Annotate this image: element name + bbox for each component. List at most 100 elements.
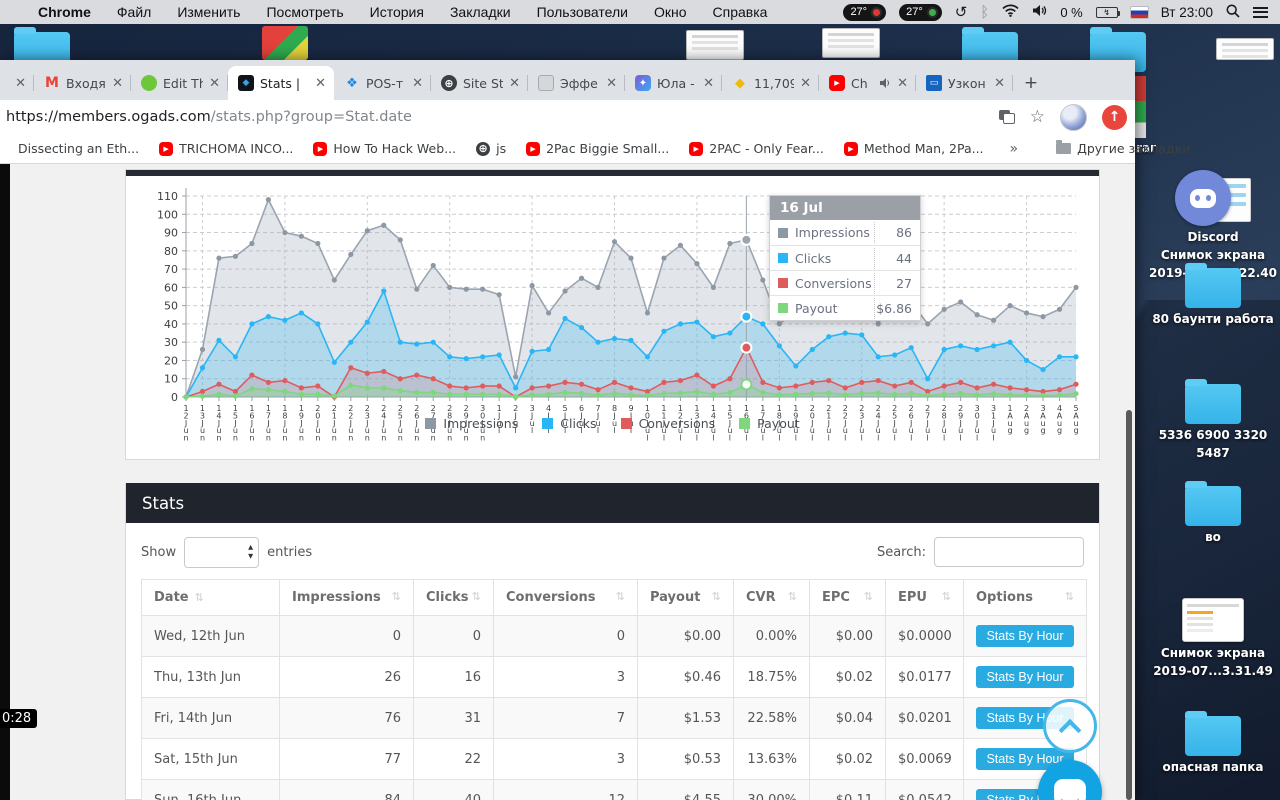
- menu-bar-clock[interactable]: Вт 23:00: [1161, 5, 1213, 20]
- menu-item[interactable]: Справка: [713, 4, 768, 20]
- translate-icon[interactable]: [999, 110, 1015, 124]
- tab-audio-icon[interactable]: [879, 77, 891, 89]
- tab-close-icon[interactable]: ✕: [703, 76, 714, 91]
- tab-close-icon[interactable]: ✕: [897, 76, 908, 91]
- tooltip-value: 27: [874, 273, 920, 294]
- menu-item[interactable]: Пользователи: [537, 4, 628, 20]
- tooltip-value: 44: [874, 248, 920, 269]
- bookmark-item[interactable]: ▶2PAC - Only Fear...: [679, 141, 834, 156]
- bookmark-star-icon[interactable]: ☆: [1030, 107, 1045, 127]
- column-header-epu[interactable]: EPU⇅: [886, 580, 964, 616]
- menu-items: Файл Изменить Посмотреть История Закладки Пол…: [117, 4, 768, 20]
- bookmark-item[interactable]: ▶Method Man, 2Pa...: [834, 141, 994, 156]
- svg-text:14Jul: 14Jul: [711, 404, 716, 443]
- keyboard-layout-flag[interactable]: [1131, 7, 1148, 18]
- bookmark-item[interactable]: ⊕js: [466, 141, 516, 156]
- scroll-to-top-button[interactable]: [1043, 699, 1097, 753]
- notification-center-icon[interactable]: [1253, 7, 1268, 18]
- bookmark-item[interactable]: Dissecting an Eth...: [8, 141, 149, 156]
- bookmark-item[interactable]: ▶How To Hack Web...: [303, 141, 466, 156]
- temp-widget-2[interactable]: 27°: [899, 4, 942, 21]
- browser-tab[interactable]: ✦Юла -✕: [625, 66, 722, 100]
- column-header-date[interactable]: Date⇅: [142, 580, 280, 616]
- column-header-clicks[interactable]: Clicks⇅: [414, 580, 494, 616]
- stats-chart[interactable]: 010203040506070809010011012Jun13Jun14Jun…: [126, 176, 1099, 459]
- menu-item[interactable]: Изменить: [177, 4, 240, 20]
- other-bookmarks-button[interactable]: Другие закладки: [1046, 141, 1200, 156]
- column-header-conversions[interactable]: Conversions⇅: [494, 580, 638, 616]
- browser-tab[interactable]: MВходя✕: [34, 66, 131, 100]
- cell-date: Sat, 15th Jun: [142, 739, 280, 780]
- desktop-icon-discord[interactable]: DiscordСнимок экрана2019-06...22.22.40: [1138, 170, 1280, 280]
- spotlight-icon[interactable]: [1226, 4, 1240, 21]
- stats-table-panel: Stats Show ▲▼ entries Search: Date⇅Impre…: [125, 483, 1100, 800]
- svg-text:21Jun: 21Jun: [332, 404, 337, 443]
- new-tab-button[interactable]: +: [1017, 69, 1045, 97]
- svg-text:20Jul: 20Jul: [810, 404, 815, 443]
- desktop-window-thumb-3[interactable]: [1216, 38, 1274, 60]
- stats-by-hour-button[interactable]: Stats By Hour: [976, 666, 1073, 688]
- column-header-payout[interactable]: Payout⇅: [638, 580, 734, 616]
- browser-tab[interactable]: Эффе✕: [528, 66, 625, 100]
- chrome-update-badge[interactable]: ↑: [1102, 105, 1127, 130]
- tab-close-icon[interactable]: ✕: [606, 76, 617, 91]
- menu-item[interactable]: Окно: [654, 4, 687, 20]
- other-bookmarks-label: Другие закладки: [1077, 141, 1190, 156]
- active-app-name[interactable]: Chrome: [38, 4, 91, 20]
- temp-widget-1[interactable]: 27°: [843, 4, 886, 21]
- cell-value: 18.75%: [734, 657, 810, 698]
- address-bar[interactable]: https://members.ogads.com/stats.php?grou…: [0, 109, 412, 125]
- cell-value: 16: [414, 657, 494, 698]
- bookmark-item[interactable]: ▶TRICHOMA INCO...: [149, 141, 303, 156]
- cell-value: 31: [414, 698, 494, 739]
- browser-tab[interactable]: ❖POS-т✕: [334, 66, 431, 100]
- column-header-options[interactable]: Options⇅: [964, 580, 1087, 616]
- desktop-icon-folder[interactable]: во: [1138, 486, 1280, 544]
- column-header-cvr[interactable]: CVR⇅: [734, 580, 810, 616]
- page-scrollbar[interactable]: [1126, 410, 1132, 800]
- browser-tab[interactable]: ▶Ch✕: [819, 66, 916, 100]
- time-machine-icon[interactable]: ↺: [955, 3, 968, 21]
- desktop-window-thumb-1[interactable]: [686, 30, 744, 60]
- tab-close-icon[interactable]: ✕: [209, 76, 220, 91]
- desktop-rar-icon[interactable]: [1135, 76, 1146, 138]
- column-header-epc[interactable]: EPC⇅: [810, 580, 886, 616]
- browser-tab[interactable]: ▭Узкон✕: [916, 66, 1013, 100]
- tab-close-icon[interactable]: ✕: [994, 76, 1005, 91]
- tab-close-icon[interactable]: ✕: [800, 76, 811, 91]
- wifi-icon[interactable]: [1002, 4, 1019, 20]
- bookmarks-overflow-chevron[interactable]: »: [1002, 141, 1027, 157]
- menu-item[interactable]: Посмотреть: [266, 4, 343, 20]
- browser-tab[interactable]: ◆Stats |✕: [228, 66, 334, 100]
- column-header-impressions[interactable]: Impressions⇅: [280, 580, 414, 616]
- browser-tab[interactable]: Edit Th✕: [131, 66, 228, 100]
- desktop-icon-folder[interactable]: опасная папка: [1138, 716, 1280, 774]
- search-input[interactable]: [934, 537, 1084, 567]
- desktop-icon-folder[interactable]: 80 баунти работа: [1138, 268, 1280, 326]
- tab-close-icon[interactable]: ✕: [412, 76, 423, 91]
- bluetooth-icon[interactable]: ᛒ: [980, 4, 989, 21]
- menu-item[interactable]: История: [370, 4, 424, 20]
- svg-text:16Jun: 16Jun: [249, 404, 254, 443]
- tab-close-icon[interactable]: ✕: [112, 76, 123, 91]
- stats-by-hour-button[interactable]: Stats By Hour: [976, 625, 1073, 647]
- menu-item[interactable]: Закладки: [450, 4, 511, 20]
- profile-avatar[interactable]: [1060, 104, 1087, 131]
- entries-select[interactable]: ▲▼: [184, 537, 259, 568]
- browser-tab[interactable]: я✕: [0, 66, 34, 100]
- battery-icon[interactable]: ↯: [1096, 7, 1118, 18]
- bookmark-item[interactable]: ▶2Pac Biggie Small...: [516, 141, 679, 156]
- desktop-window-thumb-2[interactable]: [822, 28, 880, 58]
- bookmark-label: 2PAC - Only Fear...: [709, 141, 824, 156]
- tab-close-icon[interactable]: ✕: [15, 76, 26, 91]
- tab-close-icon[interactable]: ✕: [509, 76, 520, 91]
- volume-icon[interactable]: [1032, 4, 1047, 20]
- temp-value-2: 27°: [906, 6, 923, 18]
- browser-tab[interactable]: ⊕Site St✕: [431, 66, 528, 100]
- tab-close-icon[interactable]: ✕: [315, 76, 326, 91]
- desktop-icon-folder[interactable]: 5336 6900 33205487: [1138, 384, 1280, 460]
- browser-tab[interactable]: ◆11,709✕: [722, 66, 819, 100]
- desktop-gift-icon[interactable]: [262, 26, 308, 60]
- desktop-icon-screenshot[interactable]: Снимок экрана2019-07...3.31.49: [1138, 598, 1280, 678]
- menu-item[interactable]: Файл: [117, 4, 151, 20]
